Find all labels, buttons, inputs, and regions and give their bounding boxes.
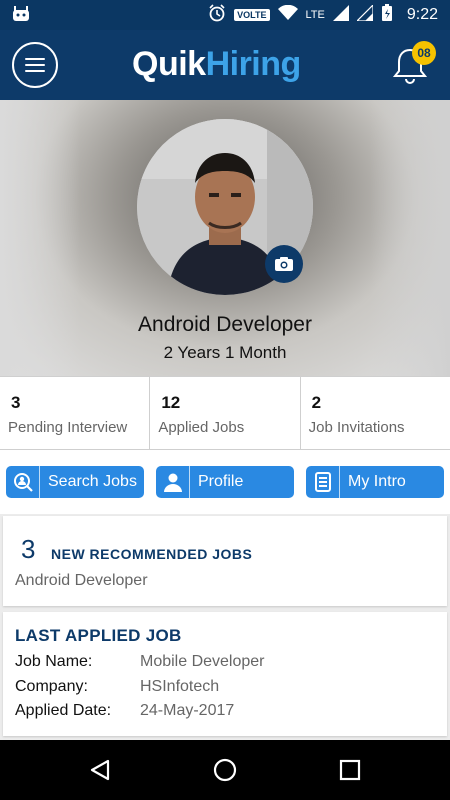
lte-label: LTE <box>305 9 325 21</box>
search-jobs-button[interactable]: Search Jobs <box>6 466 144 498</box>
home-button[interactable] <box>210 755 240 785</box>
last-applied-job-card: LAST APPLIED JOB Job Name: Mobile Develop… <box>3 612 447 736</box>
row-value: HSInfotech <box>140 678 220 695</box>
system-nav-bar <box>0 740 450 800</box>
row-key: Company: <box>15 678 88 695</box>
back-button[interactable] <box>85 755 115 785</box>
profile-experience: 2 Years 1 Month <box>163 343 287 362</box>
profile-title: Android Developer <box>138 313 312 336</box>
job-name-row: Job Name: Mobile Developer <box>15 653 265 671</box>
stat-label: Applied Jobs <box>158 419 245 436</box>
app-bar: Quik Hiring 08 <box>0 30 450 100</box>
notification-badge: 08 <box>412 41 436 65</box>
recents-button[interactable] <box>335 755 365 785</box>
last-applied-title: LAST APPLIED JOB <box>15 626 182 645</box>
my-intro-label: My Intro <box>348 473 406 490</box>
recents-square-icon <box>339 759 361 781</box>
logo-text-part1: Quik <box>132 44 206 83</box>
document-icon <box>306 466 340 498</box>
logo-accent-text: Hiring <box>205 44 302 83</box>
hamburger-icon <box>25 58 45 72</box>
home-circle-icon <box>213 758 237 782</box>
action-buttons: Search Jobs Profile My Intro <box>0 450 450 514</box>
recommended-jobs-card[interactable]: 3 NEW RECOMMENDED JOBS Android Developer <box>3 516 447 606</box>
app-logo: Quik Hiring <box>132 44 301 84</box>
volte-badge: VOLTE <box>234 9 270 21</box>
search-user-icon <box>6 466 40 498</box>
recommended-title: NEW RECOMMENDED JOBS <box>51 546 253 562</box>
profile-button[interactable]: Profile <box>156 466 294 498</box>
stat-label: Pending Interview <box>8 419 128 436</box>
user-icon <box>156 466 190 498</box>
alarm-icon <box>208 3 226 27</box>
recommended-subtitle: Android Developer <box>15 572 148 589</box>
profile-label: Profile <box>198 473 244 490</box>
wifi-icon <box>277 4 298 26</box>
stats-bar: 3 Pending Interview 12 Applied Jobs 2 Jo… <box>0 376 450 450</box>
menu-button[interactable] <box>12 42 58 88</box>
stat-label: Job Invitations <box>308 419 405 436</box>
company-row: Company: HSInfotech <box>15 678 219 696</box>
row-key: Job Name: <box>15 653 93 670</box>
stat-pending-interview[interactable]: 3 Pending Interview <box>0 377 151 449</box>
signal-icon <box>332 4 349 26</box>
applied-date-row: Applied Date: 24-May-2017 <box>15 702 234 720</box>
row-value: Mobile Developer <box>140 653 265 670</box>
stat-applied-jobs[interactable]: 12 Applied Jobs <box>150 377 301 449</box>
status-bar: VOLTE LTE 9:22 <box>0 0 450 30</box>
stat-value: 3 <box>11 393 21 412</box>
stat-value: 12 <box>161 393 181 412</box>
signal-icon-2 <box>355 3 374 26</box>
stat-value: 2 <box>311 393 322 412</box>
stat-job-invitations[interactable]: 2 Job Invitations <box>301 377 450 449</box>
clock: 9:22 <box>406 6 438 23</box>
battery-icon <box>381 3 393 27</box>
row-key: Applied Date: <box>15 702 112 719</box>
my-intro-button[interactable]: My Intro <box>306 466 444 498</box>
back-triangle-icon <box>90 759 110 781</box>
row-value: 24-May-2017 <box>140 702 235 719</box>
search-jobs-label: Search Jobs <box>48 473 137 490</box>
android-icon <box>12 6 30 27</box>
change-photo-button[interactable] <box>265 245 303 283</box>
profile-header: Android Developer 2 Years 1 Month <box>0 100 450 376</box>
camera-icon <box>275 257 293 271</box>
recommended-count: 3 <box>21 534 36 564</box>
